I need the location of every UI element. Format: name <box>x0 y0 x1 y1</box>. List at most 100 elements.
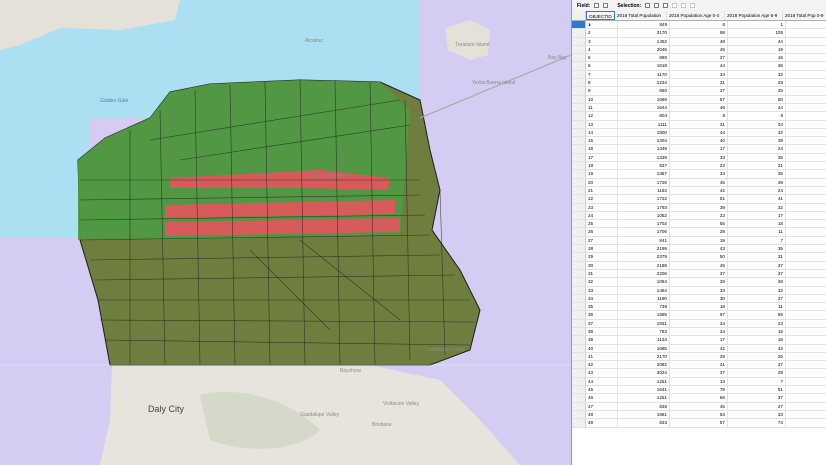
cell-objectid[interactable]: 29 <box>586 253 618 261</box>
clear-selection-icon[interactable] <box>672 3 678 8</box>
cell-total-pop[interactable]: 1641 <box>618 386 670 394</box>
cell-total-pop[interactable]: 1304 <box>618 137 670 145</box>
table-row[interactable]: 4516417851129 <box>572 386 826 395</box>
cell-age-5-9[interactable]: 16 <box>728 336 786 344</box>
row-selector[interactable] <box>572 112 586 120</box>
cell-total-pop[interactable]: 1111 <box>618 120 670 128</box>
table-row[interactable]: 412170292655 <box>572 352 826 362</box>
cell-objectid[interactable]: 18 <box>586 162 618 170</box>
cell-total-pop[interactable]: 804 <box>618 112 670 120</box>
cell-total-pop[interactable]: 1726 <box>618 178 670 186</box>
cell-objectid[interactable]: 15 <box>586 137 618 145</box>
table-row[interactable]: 61618443680 <box>572 62 826 71</box>
cell-total-pop[interactable]: 2379 <box>618 253 670 261</box>
cell-total-pop[interactable]: 1685 <box>618 344 670 352</box>
cell-objectid[interactable]: 19 <box>586 170 618 178</box>
cell-total-0-9[interactable]: 60 <box>786 79 826 86</box>
cell-total-pop[interactable]: 3024 <box>618 369 670 377</box>
cell-total-0-9[interactable]: 92 <box>786 195 826 202</box>
cell-age-5-9[interactable]: 29 <box>728 79 786 87</box>
cell-total-pop[interactable]: 1183 <box>618 186 670 195</box>
cell-total-0-9[interactable]: 129 <box>786 386 826 393</box>
cell-total-0-9[interactable]: 72 <box>786 403 826 410</box>
row-selector[interactable] <box>572 170 586 178</box>
row-selector[interactable] <box>572 327 586 336</box>
cell-age-5-9[interactable]: 50 <box>728 95 786 103</box>
row-selector[interactable] <box>572 79 586 87</box>
cell-total-pop[interactable]: 1251 <box>618 394 670 402</box>
add-field-icon[interactable] <box>594 3 600 8</box>
row-selector[interactable] <box>572 402 586 410</box>
cell-age-0-4[interactable]: 17 <box>670 145 728 153</box>
cell-total-0-9[interactable]: 52 <box>786 87 826 94</box>
table-row[interactable]: 391134171633 <box>572 336 826 345</box>
cell-age-5-9[interactable]: 105 <box>728 29 786 37</box>
cell-age-0-4[interactable]: 42 <box>670 344 728 352</box>
switch-selection-icon[interactable] <box>663 3 669 8</box>
cell-objectid[interactable]: 21 <box>586 186 618 195</box>
cell-total-0-9[interactable]: 84 <box>786 345 826 352</box>
cell-objectid[interactable]: 24 <box>586 211 618 220</box>
cell-total-0-9[interactable]: 55 <box>786 353 826 360</box>
cell-total-0-9[interactable]: 92 <box>786 38 826 45</box>
cell-age-5-9[interactable]: 37 <box>728 261 786 269</box>
row-selector[interactable] <box>572 245 586 253</box>
cell-total-0-9[interactable]: 40 <box>786 228 826 235</box>
table-row[interactable]: 422082412768 <box>572 361 826 370</box>
table-row[interactable]: 111644464490 <box>572 103 826 113</box>
cell-total-pop[interactable]: 660 <box>618 87 670 95</box>
table-row[interactable]: 18937232144 <box>572 162 826 171</box>
cell-age-5-9[interactable]: 7 <box>728 236 786 245</box>
cell-objectid[interactable]: 4 <box>586 45 618 54</box>
row-selector[interactable] <box>572 286 586 294</box>
table-row[interactable]: 211183422466 <box>572 186 826 196</box>
table-row[interactable]: 3615856755122 <box>572 311 826 320</box>
cell-age-5-9[interactable]: 19 <box>728 45 786 54</box>
cell-total-0-9[interactable]: 14 <box>786 112 826 119</box>
cell-objectid[interactable]: 2 <box>586 29 618 37</box>
cell-total-pop[interactable]: 1387 <box>618 170 670 178</box>
table-row[interactable]: 371931242347 <box>572 319 826 328</box>
cell-age-5-9[interactable]: 35 <box>728 245 786 253</box>
table-row[interactable]: 401685424284 <box>572 344 826 353</box>
cell-age-0-4[interactable]: 34 <box>670 170 728 178</box>
cell-total-pop[interactable]: 1681 <box>618 410 670 419</box>
cell-age-5-9[interactable]: 15 <box>728 327 786 336</box>
table-row[interactable]: 2317098105203 <box>572 29 826 38</box>
cell-total-pop[interactable]: 1618 <box>618 62 670 70</box>
table-row[interactable]: 151304403979 <box>572 137 826 146</box>
table-row[interactable]: 131111313465 <box>572 120 826 129</box>
cell-objectid[interactable]: 36 <box>586 311 618 319</box>
cell-total-0-9[interactable]: 131 <box>786 419 826 426</box>
cell-age-5-9[interactable]: 39 <box>728 178 786 186</box>
cell-objectid[interactable]: 3 <box>586 37 618 45</box>
cell-age-5-9[interactable]: 26 <box>728 352 786 361</box>
row-selector[interactable] <box>572 211 586 220</box>
cell-age-0-4[interactable]: 29 <box>670 228 728 236</box>
cell-age-5-9[interactable]: 24 <box>728 145 786 153</box>
cell-age-0-4[interactable]: 66 <box>670 394 728 402</box>
cell-age-0-4[interactable]: 98 <box>670 29 728 37</box>
row-selector[interactable] <box>572 253 586 261</box>
cell-objectid[interactable]: 44 <box>586 377 618 386</box>
table-row[interactable]: 5890271643 <box>572 54 826 63</box>
cell-objectid[interactable]: 47 <box>586 402 618 410</box>
table-row[interactable]: 302188453782 <box>572 261 826 270</box>
zoom-to-selection-icon[interactable] <box>654 3 660 8</box>
cell-total-0-9[interactable]: 20 <box>786 378 826 385</box>
cell-age-0-4[interactable]: 45 <box>670 402 728 410</box>
cell-age-5-9[interactable]: 28 <box>728 278 786 286</box>
cell-age-0-4[interactable]: 57 <box>670 95 728 103</box>
cell-age-0-4[interactable]: 33 <box>670 286 728 294</box>
table-row[interactable]: 312206373774 <box>572 269 826 279</box>
cell-total-pop[interactable]: 1585 <box>618 311 670 319</box>
cell-objectid[interactable]: 48 <box>586 410 618 419</box>
cell-age-5-9[interactable]: 35 <box>728 170 786 178</box>
cell-age-5-9[interactable]: 37 <box>728 394 786 402</box>
cell-age-0-4[interactable]: 48 <box>670 37 728 45</box>
row-selector[interactable] <box>572 37 586 45</box>
cell-total-0-9[interactable]: 40 <box>786 212 826 219</box>
cell-total-0-9[interactable]: 57 <box>786 295 826 302</box>
row-selector[interactable] <box>572 45 586 54</box>
column-header-age-5-9[interactable]: 2018 Population Age 5-9 <box>725 11 783 20</box>
